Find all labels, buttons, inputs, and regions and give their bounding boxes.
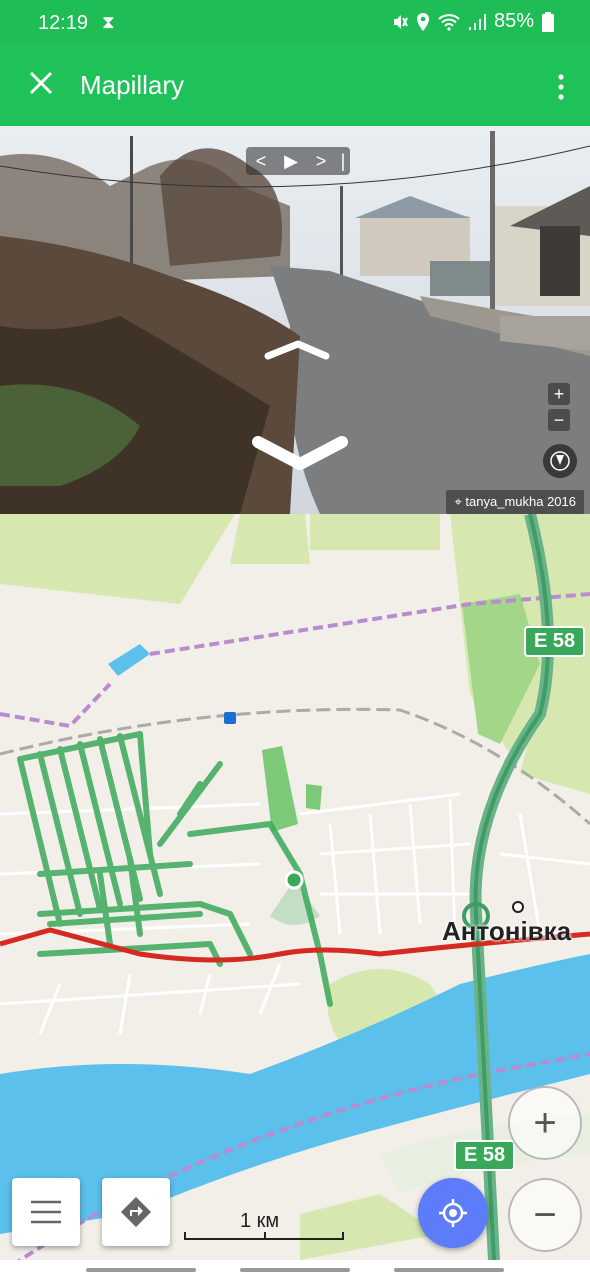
nav-back[interactable] xyxy=(86,1268,196,1272)
photo-location-marker[interactable] xyxy=(284,870,304,890)
scale-tick xyxy=(184,1232,186,1240)
menu-button[interactable] xyxy=(12,1178,80,1246)
scale-tick xyxy=(264,1232,266,1240)
page-title: Mapillary xyxy=(80,70,185,100)
my-location-icon xyxy=(439,1199,467,1227)
compass-icon xyxy=(550,451,570,471)
zoom-out-label: − xyxy=(533,1192,557,1237)
my-location-button[interactable] xyxy=(418,1178,488,1248)
photo-zoom-in-button[interactable]: + xyxy=(548,383,570,405)
map-scale: 1 км xyxy=(184,1210,348,1240)
next-icon[interactable]: > xyxy=(306,147,336,175)
photo-zoom-out-button[interactable]: − xyxy=(548,409,570,431)
previous-icon[interactable]: < xyxy=(246,147,276,175)
app-bar: Mapillary xyxy=(0,46,590,126)
scale-label: 1 км xyxy=(240,1210,280,1232)
route-badge: E 58 xyxy=(524,626,586,657)
system-nav-bar xyxy=(0,1260,590,1280)
scale-tick xyxy=(342,1232,344,1240)
battery-icon xyxy=(542,11,554,32)
route-badge-label: E 58 xyxy=(534,630,576,652)
wifi-icon xyxy=(438,13,460,31)
route-badge: E 58 xyxy=(454,1140,516,1171)
compass-button[interactable] xyxy=(543,444,577,478)
directions-icon xyxy=(121,1197,151,1227)
place-label: Антонівка xyxy=(442,916,572,946)
more-vert-icon[interactable] xyxy=(554,72,568,102)
sequence-player: < ▶ > | xyxy=(246,147,350,175)
status-icons: 85% xyxy=(392,10,554,33)
play-icon[interactable]: ▶ xyxy=(276,147,306,175)
map-zoom-out-button[interactable]: − xyxy=(508,1178,582,1252)
photo-credit[interactable]: ⌖ tanya_mukha 2016 xyxy=(446,490,584,514)
street-photo-image xyxy=(0,126,590,514)
zoom-in-label: + xyxy=(533,1100,557,1145)
street-photo[interactable] xyxy=(0,126,590,514)
battery-percent: 85% xyxy=(493,10,534,32)
nav-recents[interactable] xyxy=(394,1268,504,1272)
user-icon: ⌖ xyxy=(454,494,462,509)
map-view[interactable]: E 58 E 58 Антонівка xyxy=(0,514,590,1260)
signal-icon xyxy=(468,13,486,30)
map-zoom-in-button[interactable]: + xyxy=(508,1086,582,1160)
location-icon xyxy=(416,12,429,31)
close-icon[interactable] xyxy=(24,66,58,100)
route-badge-label: E 58 xyxy=(464,1144,506,1166)
end-icon[interactable]: | xyxy=(336,147,350,175)
mute-icon xyxy=(393,14,408,29)
directions-button[interactable] xyxy=(102,1178,170,1246)
hamburger-icon xyxy=(31,1200,61,1224)
hourglass-icon: ⧗ xyxy=(102,12,115,32)
status-bar: 12:19 ⧗ 85% xyxy=(0,0,590,46)
bus-stop-icon xyxy=(224,712,236,724)
nav-home[interactable] xyxy=(240,1268,350,1272)
status-time: 12:19 xyxy=(38,12,89,34)
credit-label: tanya_mukha 2016 xyxy=(465,494,576,509)
